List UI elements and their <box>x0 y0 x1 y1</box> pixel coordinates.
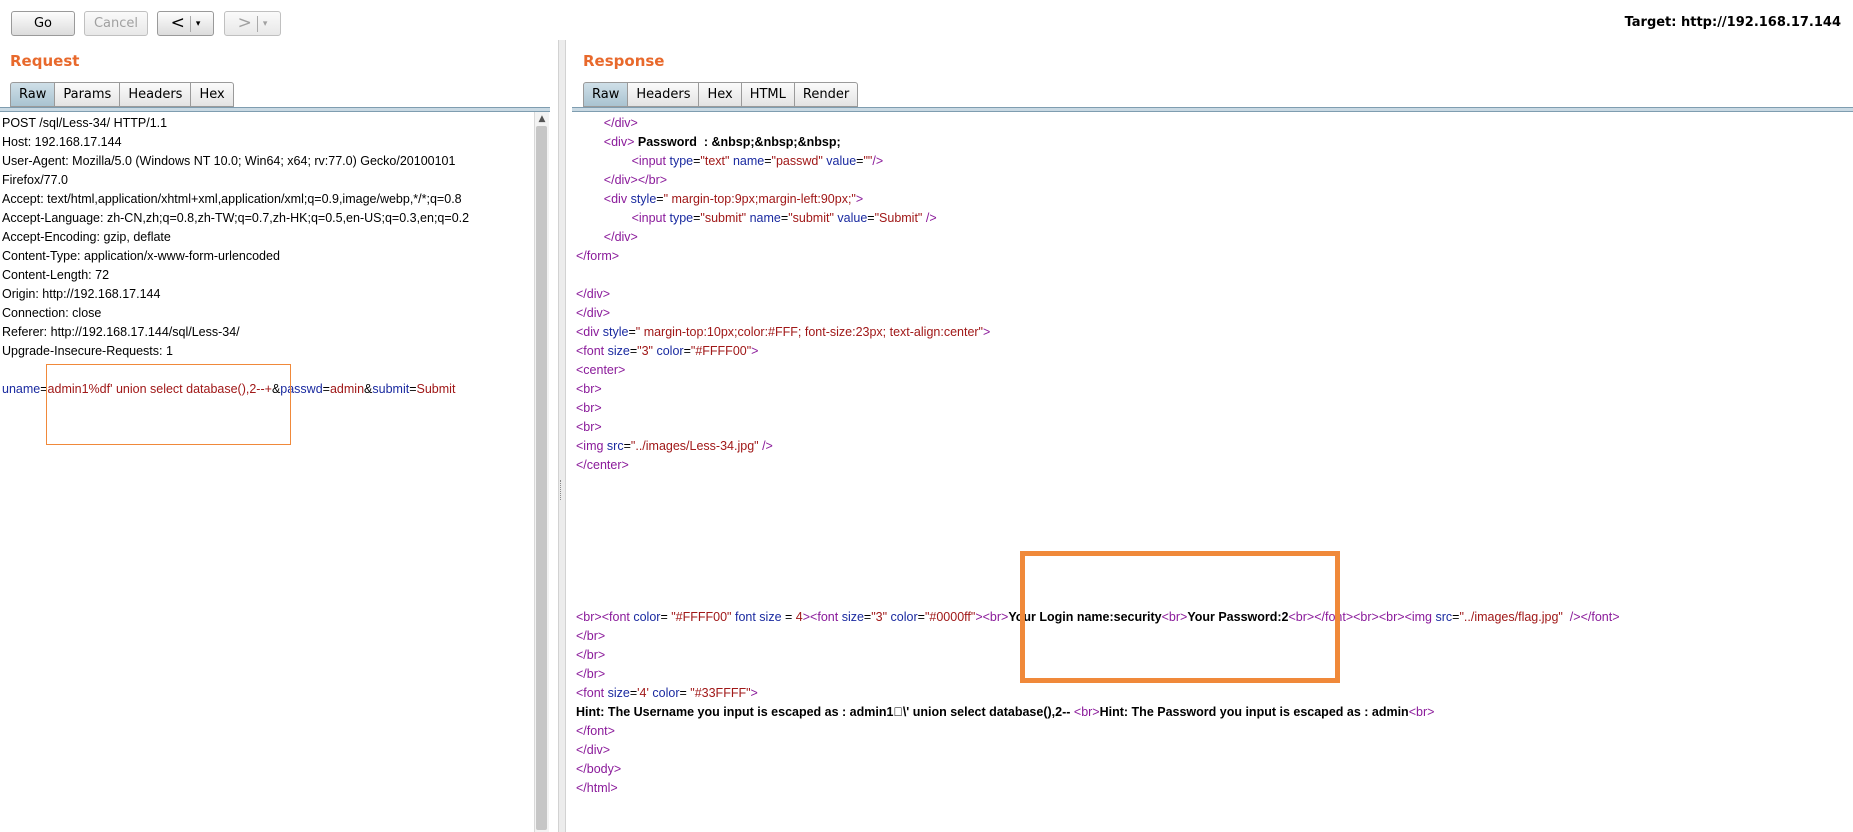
forward-arrow-icon: > <box>237 13 252 33</box>
request-line: Content-Length: 72 <box>2 268 110 282</box>
request-line: Accept-Encoding: gzip, deflate <box>2 230 171 244</box>
response-line: </html> <box>576 781 618 795</box>
request-tab-hex[interactable]: Hex <box>191 82 234 107</box>
response-line <box>576 266 1851 285</box>
back-dropdown-icon[interactable]: ▾ <box>196 19 201 29</box>
request-tabs: Raw Params Headers Hex <box>10 82 234 107</box>
response-tabs: Raw Headers Hex HTML Render <box>583 82 859 107</box>
response-line <box>576 532 1851 551</box>
response-title: Response <box>583 52 665 70</box>
response-line: Hint: The Username you input is escaped … <box>576 705 1435 719</box>
response-line: </div> <box>603 230 638 244</box>
request-tab-headers[interactable]: Headers <box>120 82 192 107</box>
request-title: Request <box>10 52 80 70</box>
response-tab-underline <box>572 107 1853 112</box>
response-line: <br> <box>576 420 602 434</box>
hint-password: Hint: The Password you input is escaped … <box>1099 705 1409 719</box>
response-result-highlight <box>1020 551 1340 683</box>
response-line: </font> <box>576 724 615 738</box>
split-divider[interactable] <box>558 40 566 832</box>
response-line: <img src="../images/Less-34.jpg" /> <box>576 439 773 453</box>
response-line: <div style=" margin-top:10px;color:#FFF;… <box>576 325 991 339</box>
response-tab-hex[interactable]: Hex <box>699 82 742 107</box>
request-tab-params[interactable]: Params <box>55 82 121 107</box>
forward-separator <box>256 15 258 32</box>
response-line: </div></br> <box>603 173 668 187</box>
request-payload-highlight <box>46 364 291 445</box>
request-line: User-Agent: Mozilla/5.0 (Windows NT 10.0… <box>2 154 456 168</box>
request-tab-raw[interactable]: Raw <box>10 82 56 107</box>
response-line: </form> <box>576 249 620 263</box>
response-line: <div> Password : &nbsp;&nbsp;&nbsp; <box>603 135 841 149</box>
request-tab-underline <box>0 107 550 112</box>
param-value: Submit <box>416 382 456 396</box>
param-value: admin <box>329 382 365 396</box>
response-line: </div> <box>576 287 611 301</box>
request-scrollbar[interactable]: ▲ <box>534 112 549 832</box>
response-line: </div> <box>603 116 638 130</box>
response-tab-html[interactable]: HTML <box>741 82 795 107</box>
response-line: </body> <box>576 762 622 776</box>
go-button-label: Go <box>33 16 53 31</box>
divider-grip-icon[interactable] <box>560 480 564 500</box>
forward-dropdown-icon[interactable]: ▾ <box>263 19 268 29</box>
go-button[interactable]: Go <box>11 11 75 36</box>
response-line: <font size='4' color= "#33FFFF"> <box>576 686 758 700</box>
request-line: Accept: text/html,application/xhtml+xml,… <box>2 192 462 206</box>
response-line: </div> <box>576 306 611 320</box>
response-line: <input type="text" name="passwd" value="… <box>631 154 884 168</box>
request-line: Origin: http://192.168.17.144 <box>2 287 161 301</box>
request-line: Content-Type: application/x-www-form-url… <box>2 249 280 263</box>
response-tab-headers[interactable]: Headers <box>628 82 700 107</box>
response-editor[interactable]: </div> <div> Password : &nbsp;&nbsp;&nbs… <box>576 114 1851 829</box>
response-line: <font size="3" color="#FFFF00"> <box>576 344 759 358</box>
response-line: <br> <box>576 401 602 415</box>
param-name: submit <box>372 382 410 396</box>
back-separator <box>189 15 191 32</box>
cancel-button[interactable]: Cancel <box>84 11 148 36</box>
scroll-up-icon[interactable]: ▲ <box>535 112 549 126</box>
param-name: uname <box>2 382 41 396</box>
toolbar: Go Cancel < ▾ > ▾ Target: http://192.168… <box>0 0 1853 46</box>
request-line: Referer: http://192.168.17.144/sql/Less-… <box>2 325 240 339</box>
request-line: POST /sql/Less-34/ HTTP/1.1 <box>2 116 168 130</box>
response-tab-raw[interactable]: Raw <box>583 82 629 107</box>
target-label[interactable]: Target: http://192.168.17.144 <box>1625 15 1841 30</box>
response-tab-render[interactable]: Render <box>794 82 859 107</box>
response-line: <center> <box>576 363 626 377</box>
request-line: Firefox/77.0 <box>2 173 69 187</box>
back-button[interactable]: < ▾ <box>157 11 214 36</box>
response-line: <div style=" margin-top:9px;margin-left:… <box>603 192 864 206</box>
cancel-button-label: Cancel <box>93 16 139 31</box>
back-arrow-icon: < <box>170 13 185 33</box>
hint-username: Hint: The Username you input is escaped … <box>576 705 1074 719</box>
request-editor[interactable]: POST /sql/Less-34/ HTTP/1.1 Host: 192.16… <box>2 114 532 829</box>
response-line: </center> <box>576 458 629 472</box>
response-line: <input type="submit" name="submit" value… <box>631 211 937 225</box>
response-line: <br> <box>576 382 602 396</box>
response-line <box>576 513 1851 532</box>
request-line: Host: 192.168.17.144 <box>2 135 122 149</box>
request-line: Upgrade-Insecure-Requests: 1 <box>2 344 173 358</box>
response-line: </div> <box>576 743 611 757</box>
response-line <box>576 494 1851 513</box>
request-line: Accept-Language: zh-CN,zh;q=0.8,zh-TW;q=… <box>2 211 470 225</box>
request-line: Connection: close <box>2 306 102 320</box>
response-line <box>576 475 1851 494</box>
forward-button[interactable]: > ▾ <box>224 11 281 36</box>
scroll-thumb[interactable] <box>536 126 547 830</box>
